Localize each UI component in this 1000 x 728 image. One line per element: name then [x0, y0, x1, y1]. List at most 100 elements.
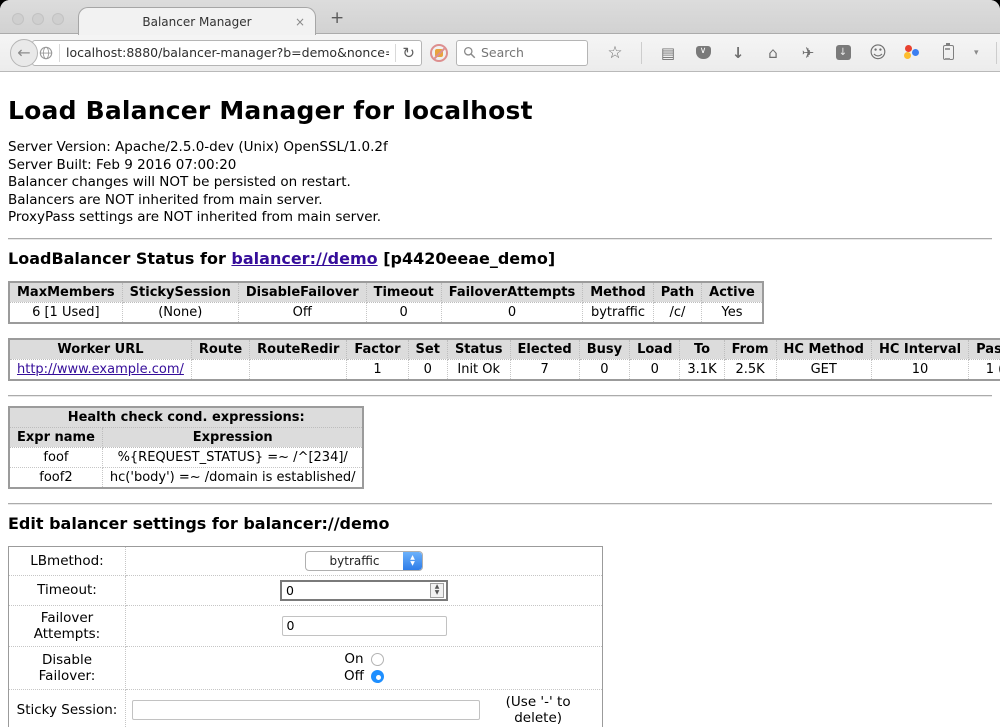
col-path: Path — [653, 282, 701, 303]
new-tab-button[interactable]: + — [330, 8, 344, 28]
toolbar-icons: ☆ ▤ ∨ ↓ ⌂ ✈ ↓ ☺ ▾ ≡ ▦ — [606, 42, 1000, 64]
table-header-row: MaxMembers StickySession DisableFailover… — [9, 282, 763, 303]
close-window-button[interactable] — [12, 13, 24, 25]
cell-expression: hc('body') =~ /domain is established/ — [102, 467, 363, 488]
cell-maxmembers: 6 [1 Used] — [9, 302, 122, 323]
health-check-table: Health check cond. expressions: Expr nam… — [8, 406, 364, 489]
server-built-line: Server Built: Feb 9 2016 07:00:20 — [8, 157, 992, 175]
col-set: Set — [408, 339, 447, 360]
cell-factor: 1 — [347, 359, 408, 380]
col-from: From — [724, 339, 776, 360]
downloads-icon[interactable]: ↓ — [729, 44, 747, 62]
timeout-input[interactable] — [282, 583, 430, 598]
timeout-input-wrap: ▲▼ — [280, 580, 448, 601]
timeout-label: Timeout: — [9, 575, 126, 605]
col-active: Active — [702, 282, 763, 303]
balancer-status-table: MaxMembers StickySession DisableFailover… — [8, 281, 764, 324]
back-button[interactable]: ← — [10, 39, 38, 67]
divider — [8, 503, 992, 505]
cell-to: 3.1K — [680, 359, 724, 380]
cell-active: Yes — [702, 302, 763, 323]
send-plane-icon[interactable]: ✈ — [799, 44, 817, 62]
table-header-row: Expr name Expression — [9, 427, 363, 447]
cell-from: 2.5K — [724, 359, 776, 380]
divider — [395, 44, 396, 62]
cell-load: 0 — [630, 359, 680, 380]
balancer-demo-link[interactable]: balancer://demo — [231, 249, 377, 268]
failover-attempts-input[interactable] — [282, 616, 447, 636]
col-routeredir: RouteRedir — [250, 339, 347, 360]
col-expression: Expression — [102, 427, 363, 447]
col-status: Status — [447, 339, 510, 360]
lbmethod-selected-value: bytraffic — [306, 554, 403, 568]
url-bar[interactable]: localhost:8880/balancer-manager?b=demo&n… — [32, 40, 422, 66]
table-header-row: Worker URL Route RouteRedir Factor Set S… — [9, 339, 1000, 360]
balancers-inherit-line: Balancers are NOT inherited from main se… — [8, 192, 992, 210]
form-row-timeout: Timeout: ▲▼ — [9, 575, 603, 605]
number-stepper-icon[interactable]: ▲▼ — [430, 583, 444, 598]
home-icon[interactable]: ⌂ — [764, 44, 782, 62]
zoom-window-button[interactable] — [52, 13, 64, 25]
reload-icon[interactable]: ↻ — [402, 44, 415, 62]
page-content: Load Balancer Manager for localhost Serv… — [0, 72, 1000, 727]
disable-failover-off-radio[interactable] — [371, 670, 384, 683]
status-heading-suffix: [p4420eeae_demo] — [378, 249, 556, 268]
edit-balancer-form: LBmethod: bytraffic ▲▼ Timeout: ▲▼ — [8, 546, 603, 728]
cell-passes: 1 (0) — [969, 359, 1000, 380]
cell-expr-name: foof — [9, 447, 102, 467]
col-expr-name: Expr name — [9, 427, 102, 447]
site-identity-globe-icon — [39, 46, 53, 60]
cell-status: Init Ok — [447, 359, 510, 380]
tab-balancer-manager[interactable]: Balancer Manager × — [78, 7, 316, 35]
form-row-failover-attempts: Failover Attempts: — [9, 605, 603, 646]
lbmethod-label: LBmethod: — [9, 546, 126, 575]
col-worker-url: Worker URL — [9, 339, 191, 360]
url-text[interactable]: localhost:8880/balancer-manager?b=demo&n… — [66, 45, 389, 60]
tab-close-icon[interactable]: × — [295, 15, 305, 29]
minimize-window-button[interactable] — [32, 13, 44, 25]
window-controls — [12, 13, 64, 25]
cell-disablefailover: Off — [238, 302, 366, 323]
tab-title: Balancer Manager — [142, 15, 251, 29]
clipboard-icon[interactable]: ▤ — [659, 44, 677, 62]
form-row-disable-failover: Disable Failover: On Off — [9, 646, 603, 689]
col-passes: Passes — [969, 339, 1000, 360]
sticky-session-label: Sticky Session: — [9, 689, 126, 727]
pocket-icon[interactable]: ∨ — [694, 44, 712, 62]
smiley-icon[interactable]: ☺ — [869, 44, 887, 62]
search-input[interactable] — [481, 45, 581, 60]
divider — [8, 238, 992, 240]
cell-elected: 7 — [510, 359, 579, 380]
col-disablefailover: DisableFailover — [238, 282, 366, 303]
sticky-session-note: (Use '-' to delete) — [480, 694, 596, 726]
cell-failoverattempts: 0 — [441, 302, 583, 323]
cell-busy: 0 — [579, 359, 629, 380]
sticky-session-input[interactable] — [132, 700, 480, 720]
balancer-status-heading: LoadBalancer Status for balancer://demo … — [8, 249, 992, 268]
disable-failover-on-radio[interactable] — [371, 653, 384, 666]
lbmethod-select[interactable]: bytraffic ▲▼ — [305, 551, 423, 571]
col-route: Route — [191, 339, 249, 360]
search-icon — [463, 46, 476, 59]
expr-row: foof2 hc('body') =~ /domain is establish… — [9, 467, 363, 488]
pocket-chevron-icon: ∨ — [696, 46, 711, 59]
cell-path: /c/ — [653, 302, 701, 323]
cell-worker-url: http://www.example.com/ — [9, 359, 191, 380]
bookmark-star-icon[interactable]: ☆ — [606, 44, 624, 62]
worker-url-link[interactable]: http://www.example.com/ — [17, 362, 184, 377]
form-row-lbmethod: LBmethod: bytraffic ▲▼ — [9, 546, 603, 575]
col-failoverattempts: FailoverAttempts — [441, 282, 583, 303]
download-box-icon[interactable]: ↓ — [834, 44, 852, 62]
col-load: Load — [630, 339, 680, 360]
col-to: To — [680, 339, 724, 360]
cell-hc-method: GET — [776, 359, 871, 380]
color-dots-icon[interactable] — [904, 44, 922, 62]
battery-icon[interactable] — [939, 44, 957, 62]
cell-expression: %{REQUEST_STATUS} =~ /^[234]/ — [102, 447, 363, 467]
content-blocked-icon[interactable] — [430, 44, 448, 62]
search-bar[interactable] — [456, 40, 588, 66]
overflow-caret-icon[interactable]: ▾ — [974, 48, 979, 58]
form-row-sticky-session: Sticky Session: (Use '-' to delete) — [9, 689, 603, 727]
col-method: Method — [583, 282, 653, 303]
divider — [59, 44, 60, 62]
